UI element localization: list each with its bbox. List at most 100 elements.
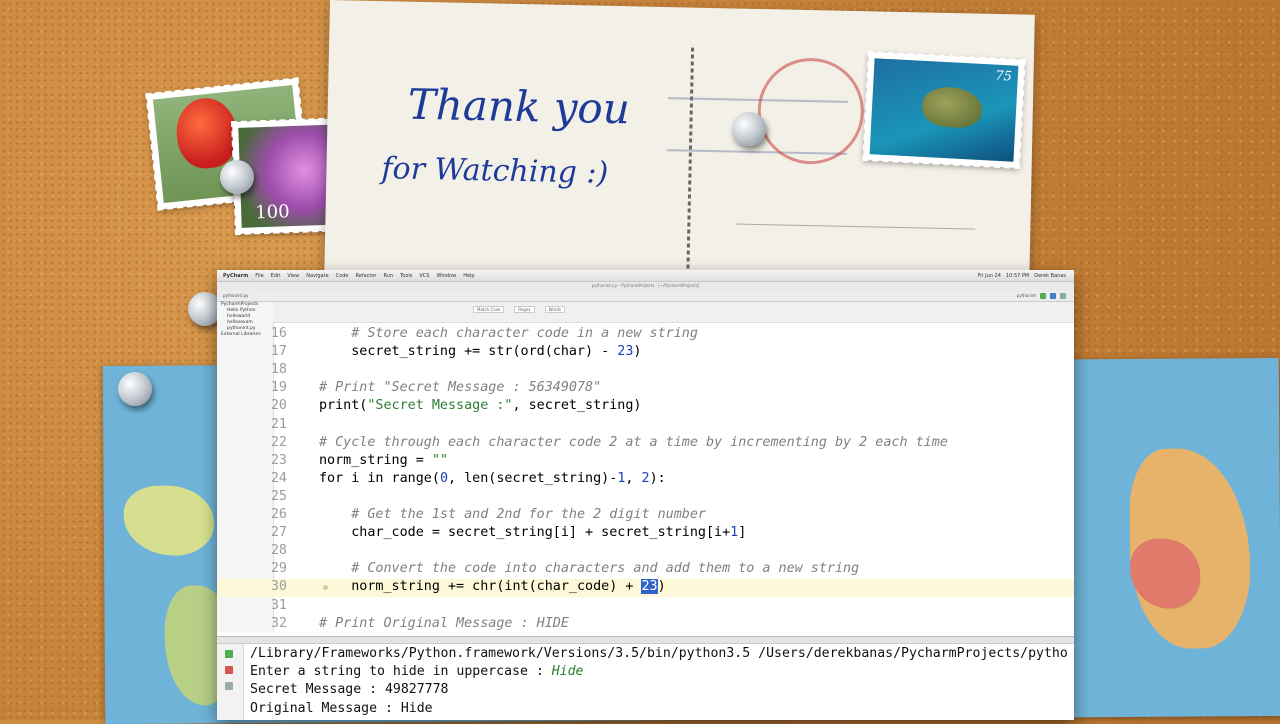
code-line[interactable]: 28	[217, 543, 1074, 561]
code-comment: # Convert the code into characters and a…	[351, 561, 860, 577]
pycharm-window: PyCharm File Edit View Navigate Code Refactor R…	[217, 270, 1074, 720]
line-number: 30	[270, 579, 287, 595]
code-text: char_code = secret_string[i] + secret_st…	[319, 525, 746, 540]
postcard-line-2: for Watching :)	[381, 151, 609, 191]
menu-item-edit[interactable]: Edit	[271, 273, 281, 279]
menu-item-file[interactable]: File	[255, 273, 263, 279]
code-text: for i in range(0, len(secret_string)-1, …	[319, 471, 666, 486]
console-output: Original Message : Hide	[250, 700, 433, 716]
console-output: Enter a string to hide in uppercase :	[250, 664, 552, 680]
push-pin	[118, 372, 152, 406]
code-line[interactable]: 20 print("Secret Message :", secret_strin…	[217, 398, 1074, 416]
stop-icon[interactable]	[225, 666, 233, 674]
code-number: 23	[617, 344, 634, 360]
menu-item-help[interactable]: Help	[463, 273, 474, 279]
menu-item-pycharm[interactable]: PyCharm	[223, 273, 248, 279]
balloon-shape	[173, 95, 241, 172]
status-item: Derek Banas	[1034, 272, 1066, 279]
code-line[interactable]: 25	[217, 489, 1074, 507]
stamp-value: 75	[994, 68, 1013, 85]
rerun-icon[interactable]	[225, 650, 233, 658]
menu-item-code[interactable]: Code	[336, 273, 349, 279]
menu-item-run[interactable]: Run	[383, 273, 393, 279]
menu-item-vcs[interactable]: VCS	[419, 273, 429, 279]
console-output: Secret Message : 49827778	[250, 682, 449, 698]
code-line[interactable]: 29 # Convert the code into characters an…	[217, 561, 1074, 579]
console-line: Secret Message : 49827778	[250, 682, 449, 697]
code-line[interactable]: 17 secret_string += str(ord(char) - 23)	[217, 344, 1074, 362]
line-number: 20	[270, 398, 287, 414]
run-console[interactable]: /Library/Frameworks/Python.framework/Ver…	[217, 644, 1074, 720]
code-text: # Cycle through each character code 2 at…	[319, 435, 948, 450]
code-line[interactable]: 23 norm_string = ""	[217, 453, 1074, 471]
code-line[interactable]: 26 # Get the 1st and 2nd for the 2 digit…	[217, 507, 1074, 525]
code-token: , len(secret_string)-	[448, 470, 618, 486]
run-icon[interactable]	[1040, 292, 1046, 299]
code-text: # Print "Secret Message : 56349078"	[319, 380, 601, 395]
code-text: norm_string = ""	[319, 453, 448, 468]
line-number: 28	[270, 543, 287, 559]
line-number: 32	[270, 615, 287, 631]
menu-bar-status: Fri Jun 24 10:57 PM Derek Banas	[978, 273, 1074, 279]
code-text: # Convert the code into characters and a…	[319, 561, 859, 576]
breadcrumb[interactable]: pythonint.py	[223, 293, 248, 298]
console-line: /Library/Frameworks/Python.framework/Ver…	[250, 646, 1068, 661]
code-editor[interactable]: 16 # Store each character code in a new …	[217, 326, 1074, 636]
selected-text: 23	[641, 579, 658, 595]
find-option[interactable]: Match Case	[473, 306, 505, 313]
code-token: ]	[738, 525, 747, 541]
turtle-shape	[921, 85, 984, 129]
push-pin	[220, 160, 254, 194]
code-line[interactable]: 27 char_code = secret_string[i] + secret…	[217, 525, 1074, 543]
line-number: 22	[270, 434, 287, 450]
code-token: )	[633, 344, 642, 360]
turtle-stamp: 75	[862, 50, 1026, 170]
code-comment: # Cycle through each character code 2 at…	[319, 434, 948, 450]
code-line[interactable]: 16 # Store each character code in a new …	[217, 326, 1074, 344]
line-number: 25	[270, 488, 287, 504]
code-line[interactable]: 18	[217, 362, 1074, 380]
code-line[interactable]: 24 for i in range(0, len(secret_string)-1…	[217, 471, 1074, 489]
code-line[interactable]: 30 norm_string += chr(int(char_code) + 2…	[217, 579, 1074, 598]
line-number: 21	[270, 416, 287, 432]
status-item: Fri Jun 24	[977, 272, 1001, 279]
console-line: Enter a string to hide in uppercase : Hi…	[250, 664, 583, 679]
postcard-line-1: Thank you	[407, 79, 631, 134]
menu-item-refactor[interactable]: Refactor	[355, 273, 376, 279]
code-string: ""	[431, 452, 448, 468]
window-title: pythonint.py - PycharmProjects - [~/Pych…	[217, 282, 1074, 290]
code-text: # Get the 1st and 2nd for the 2 digit nu…	[319, 507, 706, 522]
postcard-divider	[686, 47, 695, 278]
scroll-icon[interactable]	[225, 682, 233, 690]
code-line[interactable]: 21	[217, 417, 1074, 435]
address-line	[735, 223, 976, 230]
code-text: # Print Original Message : HIDE	[319, 616, 569, 631]
run-panel-header	[217, 636, 1074, 644]
code-token: , secret_string)	[512, 398, 642, 414]
toolbar-actions: pythonint	[1017, 292, 1074, 299]
code-line[interactable]: 32 # Print Original Message : HIDE	[217, 616, 1074, 634]
toolbar: pythonint.py pythonint	[217, 290, 1074, 302]
code-line[interactable]: 19 # Print "Secret Message : 56349078"	[217, 380, 1074, 398]
find-option[interactable]: Words	[544, 306, 565, 313]
console-input: Hide	[551, 664, 584, 680]
run-config-select[interactable]: pythonint	[1017, 293, 1036, 299]
find-option[interactable]: Regex	[514, 306, 535, 313]
code-line[interactable]: 22 # Cycle through each character code 2 …	[217, 435, 1074, 453]
stamp-image: 75	[869, 58, 1019, 162]
line-number: 16	[270, 326, 287, 341]
code-token: char_code = secret_string[i] + secret_st…	[351, 525, 731, 541]
menu-item-window[interactable]: Window	[436, 273, 456, 279]
code-token: for i in range(	[319, 470, 440, 486]
code-line[interactable]: 31	[217, 598, 1074, 616]
menu-item-view[interactable]: View	[287, 273, 299, 279]
menu-item-navigate[interactable]: Navigate	[306, 273, 328, 279]
code-token: secret_string += str(ord(char) -	[351, 344, 618, 360]
search-icon[interactable]	[1060, 292, 1066, 299]
code-token: norm_string += chr(int(char_code) +	[351, 579, 642, 595]
debug-icon[interactable]	[1050, 292, 1056, 299]
menu-item-tools[interactable]: Tools	[400, 273, 412, 279]
status-item: 10:57 PM	[1005, 272, 1030, 279]
code-token: print(	[319, 398, 368, 414]
line-number: 29	[270, 561, 287, 577]
